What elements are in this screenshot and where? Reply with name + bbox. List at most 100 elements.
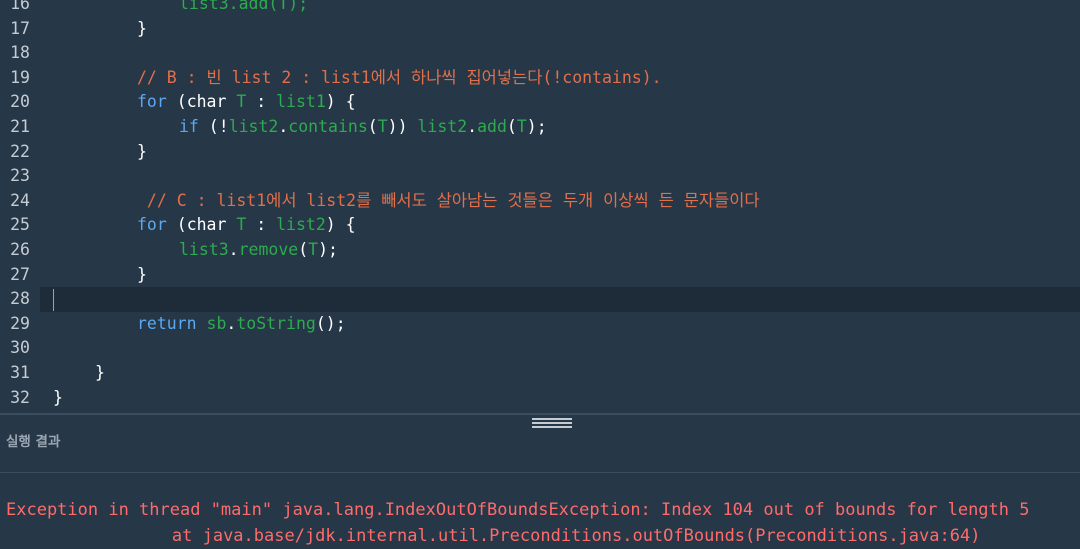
code-token: sb	[206, 313, 227, 333]
code-token: ))	[387, 117, 418, 136]
code-line[interactable]: 25 for (char T : list2) {	[0, 213, 1080, 238]
code-token: T	[516, 117, 527, 136]
line-number: 19	[10, 67, 30, 87]
code-text: list3.remove(T);	[53, 238, 338, 263]
code-token: toString	[236, 313, 316, 333]
line-number: 17	[10, 18, 30, 38]
code-token: T	[308, 240, 319, 259]
code-line[interactable]: 20 for (char T : list1) {	[0, 90, 1080, 115]
code-token: list2	[228, 117, 279, 136]
output-console[interactable]: Exception in thread "main" java.lang.Ind…	[6, 497, 1080, 549]
code-token: }	[95, 363, 105, 382]
code-line[interactable]: 21 if (!list2.contains(T)) list2.add(T);	[0, 115, 1080, 140]
output-line: at java.base/jdk.internal.util.Precondit…	[90, 526, 981, 546]
code-text	[53, 287, 54, 312]
code-line[interactable]: 29 return sb.toString();	[0, 312, 1080, 337]
code-editor[interactable]: 16 list3.add(T); 17} 18 19// B : 빈 list 2 : …	[0, 0, 1080, 413]
code-token: // B : 빈 list 2 : list1에서 하나씩 집어넣는다(!con…	[137, 67, 662, 87]
code-token: .	[226, 313, 237, 333]
code-token: .	[228, 240, 239, 259]
code-text: for (char T : list2) {	[53, 213, 356, 238]
line-number: 21	[10, 117, 30, 136]
line-number: 29	[10, 313, 30, 333]
code-line[interactable]: 19 // B : 빈 list 2 : list1에서 하나씩 집어넣는다(!c…	[0, 66, 1080, 91]
code-text: for (char T : list1) {	[53, 90, 356, 115]
code-token: char	[186, 215, 227, 235]
line-number: 24	[10, 190, 30, 210]
line-number: 16	[10, 0, 30, 13]
code-token: list3.add(T);	[179, 0, 309, 13]
code-line[interactable]: 28	[10, 287, 1080, 312]
code-line[interactable]: 32}	[0, 386, 1080, 411]
code-token: for	[137, 92, 167, 112]
code-token: list2	[276, 215, 326, 235]
code-token: (	[298, 240, 309, 259]
line-number: 32	[10, 387, 30, 407]
line-number: 23	[10, 166, 30, 186]
code-line[interactable]: 26 list3.remove(T);	[0, 238, 1080, 263]
code-text: }	[53, 361, 105, 386]
code-token: add	[477, 117, 507, 136]
code-text: }	[53, 263, 147, 288]
code-text: list3.add(T);	[53, 0, 308, 17]
line-number: 20	[10, 92, 30, 112]
code-token: }	[53, 387, 63, 407]
code-text: }	[53, 386, 63, 411]
code-token: (	[166, 92, 187, 112]
line-number: 28	[10, 289, 30, 309]
code-text: }	[53, 17, 147, 42]
code-line[interactable]: 31}	[0, 361, 1080, 386]
line-number: 26	[10, 240, 30, 259]
code-token: :	[246, 92, 277, 112]
code-line[interactable]: 17}	[0, 17, 1080, 42]
code-token: ();	[315, 313, 346, 333]
code-token: ) {	[325, 215, 356, 235]
code-token: (!	[198, 117, 229, 136]
code-token: ) {	[325, 92, 356, 112]
line-number: 31	[10, 363, 30, 382]
code-token: T	[226, 215, 247, 235]
code-token: );	[318, 240, 338, 259]
code-token: .	[278, 117, 289, 136]
code-token: return	[137, 313, 197, 333]
code-text: return sb.toString();	[53, 312, 346, 337]
resize-handle-icon[interactable]	[532, 416, 572, 430]
code-line[interactable]: 27}	[0, 263, 1080, 288]
code-text: if (!list2.contains(T)) list2.add(T);	[53, 115, 547, 140]
code-token: list3	[179, 240, 229, 259]
code-text: // B : 빈 list 2 : list1에서 하나씩 집어넣는다(!con…	[53, 66, 662, 91]
code-token: );	[526, 117, 547, 136]
code-line[interactable]: 23	[0, 164, 1080, 189]
text-cursor	[53, 288, 54, 311]
result-panel-title: 실행 결과	[6, 434, 61, 450]
code-token: T	[377, 117, 388, 136]
line-number: 22	[10, 141, 30, 161]
code-token: T	[226, 92, 247, 112]
output-line: Exception in thread "main" java.lang.Ind…	[6, 500, 1030, 520]
code-token: list2	[417, 117, 468, 136]
line-number: 30	[10, 338, 30, 358]
code-token: contains	[288, 117, 368, 136]
code-line[interactable]: 30	[0, 336, 1080, 361]
panel-splitter[interactable]	[0, 413, 1080, 415]
code-token: if	[179, 117, 199, 136]
code-text: // C : list1에서 list2를 빼서도 살아남는 것들은 두개 이상…	[53, 189, 760, 214]
code-token: }	[137, 264, 147, 284]
code-line[interactable]: 24 // C : list1에서 list2를 빼서도 살아남는 것들은 두개…	[0, 189, 1080, 214]
code-text: }	[53, 140, 147, 165]
code-token: }	[137, 141, 147, 161]
line-number: 25	[10, 215, 30, 235]
line-number: 27	[10, 264, 30, 284]
code-line[interactable]: 22}	[0, 140, 1080, 165]
code-line[interactable]: 18	[0, 41, 1080, 66]
code-token: for	[137, 215, 167, 235]
code-token: // C : list1에서 list2를 빼서도 살아남는 것들은 두개 이상…	[137, 190, 760, 210]
result-divider	[0, 472, 1080, 473]
code-token: (	[506, 117, 517, 136]
code-token: .	[467, 117, 478, 136]
code-token: }	[137, 18, 147, 38]
code-token: (	[166, 215, 187, 235]
line-number: 18	[10, 43, 30, 63]
code-line[interactable]: 16 list3.add(T);	[0, 0, 1080, 17]
